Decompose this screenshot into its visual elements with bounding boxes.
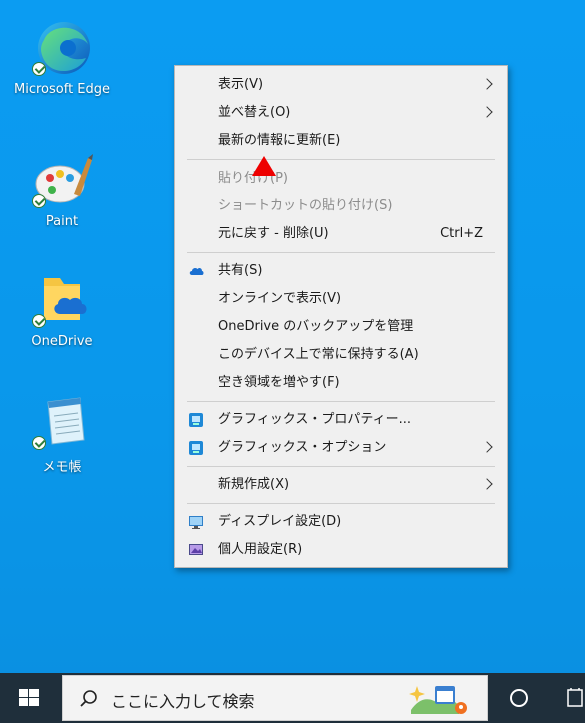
display-settings-icon <box>188 514 204 530</box>
paint-icon <box>30 150 94 210</box>
menu-item-graphics-properties[interactable]: グラフィックス・プロパティー... <box>175 407 507 433</box>
taskbar-search-box[interactable]: ここに入力して検索 <box>62 675 488 721</box>
onedrive-cloud-icon <box>188 263 204 279</box>
windows-logo-icon <box>19 689 39 706</box>
menu-item-view-online[interactable]: オンラインで表示(V) <box>175 286 507 312</box>
menu-item-label: 並べ替え(O) <box>218 105 291 120</box>
menu-item-paste[interactable]: 貼り付け(P) <box>175 166 507 192</box>
menu-item-free-space[interactable]: 空き領域を増やす(F) <box>175 370 507 396</box>
desktop-icon-paint[interactable]: Paint <box>14 150 110 229</box>
menu-item-view[interactable]: 表示(V) <box>175 72 507 98</box>
menu-item-label: ディスプレイ設定(D) <box>218 514 342 529</box>
personalize-icon <box>188 542 204 558</box>
menu-separator <box>187 503 495 504</box>
menu-item-label: このデバイス上で常に保持する(A) <box>218 347 419 362</box>
menu-item-label: 共有(S) <box>218 263 263 278</box>
menu-item-share[interactable]: 共有(S) <box>175 258 507 284</box>
desktop-icon-label: OneDrive <box>31 334 93 349</box>
menu-item-manage-backup[interactable]: OneDrive のバックアップを管理 <box>175 314 507 340</box>
cortana-button[interactable] <box>510 689 528 707</box>
onedrive-folder-icon <box>30 270 94 330</box>
menu-item-sort[interactable]: 並べ替え(O) <box>175 100 507 126</box>
chevron-right-icon <box>481 478 493 490</box>
menu-item-label: ショートカットの貼り付け(S) <box>218 198 393 213</box>
desktop-icon-onedrive[interactable]: OneDrive <box>14 270 110 349</box>
notepad-icon <box>30 392 94 452</box>
menu-item-label: 表示(V) <box>218 77 264 92</box>
menu-separator <box>187 401 495 402</box>
desktop-icon-edge[interactable]: Microsoft Edge <box>14 18 110 97</box>
edge-icon <box>30 18 94 78</box>
menu-item-display-settings[interactable]: ディスプレイ設定(D) <box>175 509 507 535</box>
search-highlight-icon <box>409 686 467 714</box>
menu-item-label: 元に戻す - 削除(U) <box>218 226 329 241</box>
menu-item-refresh[interactable]: 最新の情報に更新(E) <box>175 128 507 154</box>
menu-item-always-keep[interactable]: このデバイス上で常に保持する(A) <box>175 342 507 368</box>
shortcut-label: Ctrl+Z <box>440 226 483 241</box>
menu-item-undo[interactable]: 元に戻す - 削除(U) Ctrl+Z <box>175 221 507 247</box>
task-view-icon <box>567 688 583 707</box>
menu-item-graphics-options[interactable]: グラフィックス・オプション <box>175 435 507 461</box>
search-placeholder: ここに入力して検索 <box>111 692 255 711</box>
menu-item-label: 新規作成(X) <box>218 477 290 492</box>
menu-item-paste-shortcut[interactable]: ショートカットの貼り付け(S) <box>175 193 507 219</box>
desktop-context-menu: 表示(V) 並べ替え(O) 最新の情報に更新(E) 貼り付け(P) ショートカッ… <box>174 65 508 568</box>
desktop-icon-notepad[interactable]: メモ帳 <box>14 392 110 475</box>
chevron-right-icon <box>481 78 493 90</box>
pointer-marker <box>252 156 276 176</box>
menu-item-label: 個人用設定(R) <box>218 542 303 557</box>
menu-item-label: グラフィックス・オプション <box>218 440 387 455</box>
menu-item-new[interactable]: 新規作成(X) <box>175 472 507 498</box>
sync-status-icon <box>32 62 46 76</box>
chevron-right-icon <box>481 106 493 118</box>
sync-status-icon <box>32 194 46 208</box>
menu-item-personalize[interactable]: 個人用設定(R) <box>175 537 507 563</box>
menu-separator <box>187 466 495 467</box>
desktop-icon-label: メモ帳 <box>42 460 82 475</box>
menu-item-label: グラフィックス・プロパティー... <box>218 412 411 427</box>
start-button[interactable] <box>0 673 58 723</box>
sync-status-icon <box>32 314 46 328</box>
menu-item-label: OneDrive のバックアップを管理 <box>218 319 414 334</box>
graphics-icon <box>188 412 204 428</box>
menu-item-label: 最新の情報に更新(E) <box>218 133 341 148</box>
menu-item-label: 空き領域を増やす(F) <box>218 375 340 390</box>
sync-status-icon <box>32 436 46 450</box>
menu-separator <box>187 159 495 160</box>
chevron-right-icon <box>481 441 493 453</box>
task-view-button[interactable] <box>566 687 585 709</box>
desktop-icon-label: Paint <box>45 214 79 229</box>
search-icon <box>80 690 97 707</box>
graphics-icon <box>188 440 204 456</box>
desktop-icon-label: Microsoft Edge <box>14 82 111 97</box>
menu-item-label: オンラインで表示(V) <box>218 291 342 306</box>
taskbar: ここに入力して検索 <box>0 673 585 723</box>
menu-separator <box>187 252 495 253</box>
